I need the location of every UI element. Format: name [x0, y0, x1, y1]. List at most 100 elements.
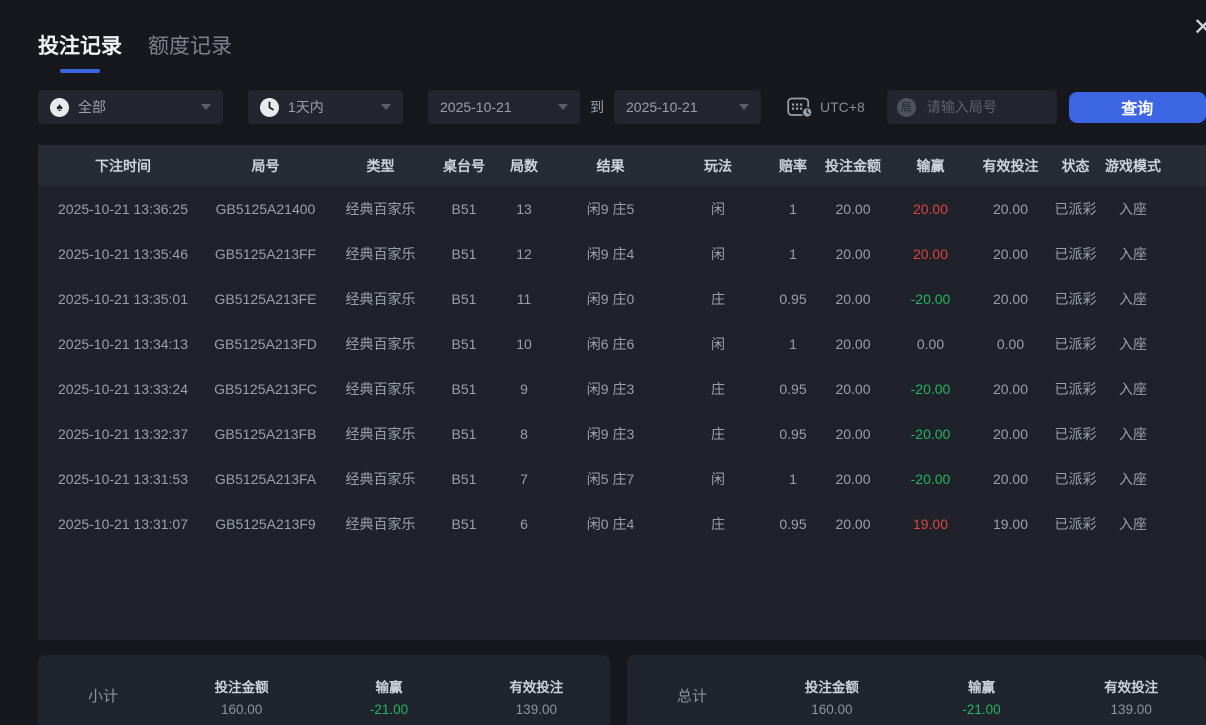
cell-time: 2025-10-21 13:36:25: [58, 200, 188, 217]
cell-result: 闲5 庄7: [586, 470, 635, 487]
cell-round-count: 6: [520, 515, 528, 532]
cell-play: 庄: [711, 380, 725, 397]
time-range-select[interactable]: 1天内: [248, 90, 403, 124]
game-type-select[interactable]: ♠ 全部: [38, 90, 223, 124]
cell-win-loss: -20.00: [910, 425, 951, 442]
cell-odds: 0.95: [779, 290, 807, 307]
cell-type: 经典百家乐: [345, 200, 416, 217]
cell-status: 已派彩: [1054, 380, 1097, 397]
col-header-round-count: 局数: [510, 157, 538, 174]
cell-valid-bet: 20.00: [992, 200, 1029, 217]
cell-win-loss: 19.00: [912, 515, 949, 532]
cell-table-no: B51: [451, 290, 477, 307]
col-header-time: 下注时间: [95, 157, 151, 174]
tab-quota-records-label: 额度记录: [148, 35, 232, 58]
cell-type: 经典百家乐: [345, 425, 416, 442]
cell-type: 经典百家乐: [345, 515, 416, 532]
date-from-picker[interactable]: 2025-10-21: [428, 90, 580, 124]
close-icon[interactable]: ✕: [1193, 16, 1206, 40]
tab-bet-records[interactable]: 投注记录: [38, 30, 122, 73]
cell-result: 闲9 庄0: [586, 290, 635, 307]
cell-round-count: 12: [516, 245, 532, 262]
date-to-value: 2025-10-21: [626, 99, 698, 115]
cell-play: 闲: [711, 470, 725, 487]
chevron-down-icon: [381, 104, 391, 110]
table-row: 2025-10-21 13:31:07 GB5125A213F9 经典百家乐 B51 6…: [38, 501, 1206, 546]
cell-game-mode: 入座: [1119, 425, 1147, 442]
col-header-game-mode: 游戏模式: [1105, 157, 1161, 174]
cell-status: 已派彩: [1054, 425, 1097, 442]
col-header-type: 类型: [366, 157, 395, 174]
cell-odds: 0.95: [779, 380, 807, 397]
col-header-valid-bet: 有效投注: [982, 157, 1039, 174]
cell-result: 闲9 庄5: [586, 200, 635, 217]
cell-bet-amount: 20.00: [835, 290, 871, 307]
cell-win-loss: 20.00: [912, 245, 949, 262]
cell-type: 经典百家乐: [345, 245, 416, 262]
cell-round-id: GB5125A213FB: [214, 425, 317, 442]
table-row: 2025-10-21 13:33:24 GB5125A213FC 经典百家乐 B51 9…: [38, 366, 1206, 411]
cell-odds: 1: [789, 335, 797, 352]
cell-round-count: 10: [516, 335, 532, 352]
table-row: 2025-10-21 13:36:25 GB5125A21400 经典百家乐 B51 1…: [38, 186, 1206, 231]
clock-icon: [260, 97, 279, 117]
cell-game-mode: 入座: [1119, 245, 1147, 262]
cell-round-id: GB5125A213F9: [215, 515, 316, 532]
cell-play: 庄: [711, 425, 725, 442]
cell-round-count: 11: [516, 290, 532, 307]
total-valid-bet: 有效投注 139.00: [1104, 680, 1159, 717]
cell-win-loss: 0.00: [916, 335, 945, 352]
cell-game-mode: 入座: [1119, 335, 1147, 352]
cell-type: 经典百家乐: [345, 290, 416, 307]
cell-status: 已派彩: [1054, 290, 1097, 307]
game-type-value: 全部: [78, 99, 106, 115]
tab-quota-records[interactable]: 额度记录: [148, 30, 232, 73]
total-bet-amount: 投注金额 160.00: [804, 680, 859, 717]
table-row: 2025-10-21 13:31:53 GB5125A213FA 经典百家乐 B51 7…: [38, 456, 1206, 501]
round-icon: 局: [896, 97, 916, 117]
round-number-field[interactable]: 局: [886, 90, 1057, 124]
cell-table-no: B51: [451, 470, 477, 487]
cell-table-no: B51: [451, 335, 477, 352]
subtotal-win-loss: 输赢 -21.00: [369, 680, 409, 717]
cell-valid-bet: 20.00: [992, 380, 1029, 397]
cell-round-id: GB5125A213FC: [214, 380, 317, 397]
cell-bet-amount: 20.00: [835, 470, 871, 487]
active-tab-underline: [60, 69, 100, 73]
subtotal-valid-bet: 有效投注 139.00: [509, 680, 564, 717]
cell-play: 闲: [711, 335, 725, 352]
cell-time: 2025-10-21 13:31:53: [58, 470, 188, 487]
cell-result: 闲9 庄3: [586, 425, 635, 442]
cell-play: 闲: [711, 245, 725, 262]
cell-odds: 1: [789, 470, 797, 487]
date-to-picker[interactable]: 2025-10-21: [614, 90, 761, 124]
cell-round-id: GB5125A213FA: [214, 470, 317, 487]
table-body: 2025-10-21 13:36:25 GB5125A21400 经典百家乐 B51 1…: [38, 186, 1206, 546]
cell-valid-bet: 20.00: [992, 470, 1029, 487]
table-row: 2025-10-21 13:35:01 GB5125A213FE 经典百家乐 B51 1…: [38, 276, 1206, 321]
cell-round-id: GB5125A21400: [215, 200, 316, 217]
round-number-input[interactable]: [924, 98, 1049, 116]
tab-bet-records-label: 投注记录: [38, 35, 122, 58]
cell-round-count: 7: [520, 470, 528, 487]
subtotal-bet-amount: 投注金额 160.00: [214, 680, 269, 717]
cell-valid-bet: 0.00: [996, 335, 1025, 352]
cell-time: 2025-10-21 13:31:07: [58, 515, 188, 532]
total-label: 总计: [676, 688, 707, 705]
bet-records-dialog: ✕ 投注记录 额度记录 ♠ 全部 1天内 2025-10-21 到 2025-1…: [0, 0, 1206, 725]
col-header-table-no: 桌台号: [443, 157, 485, 174]
date-from-value: 2025-10-21: [440, 99, 512, 115]
cell-win-loss: -20.00: [910, 290, 951, 307]
cell-odds: 0.95: [779, 515, 807, 532]
cell-bet-amount: 20.00: [835, 335, 871, 352]
cell-status: 已派彩: [1054, 200, 1097, 217]
cell-bet-amount: 20.00: [835, 245, 871, 262]
cell-status: 已派彩: [1054, 245, 1097, 262]
time-range-value: 1天内: [288, 99, 324, 115]
cell-type: 经典百家乐: [345, 470, 416, 487]
cell-play: 庄: [711, 290, 725, 307]
search-button[interactable]: 查询: [1068, 91, 1206, 123]
chevron-down-icon: [739, 104, 749, 110]
cell-round-id: GB5125A213FD: [214, 335, 317, 352]
cell-win-loss: -20.00: [910, 380, 951, 397]
